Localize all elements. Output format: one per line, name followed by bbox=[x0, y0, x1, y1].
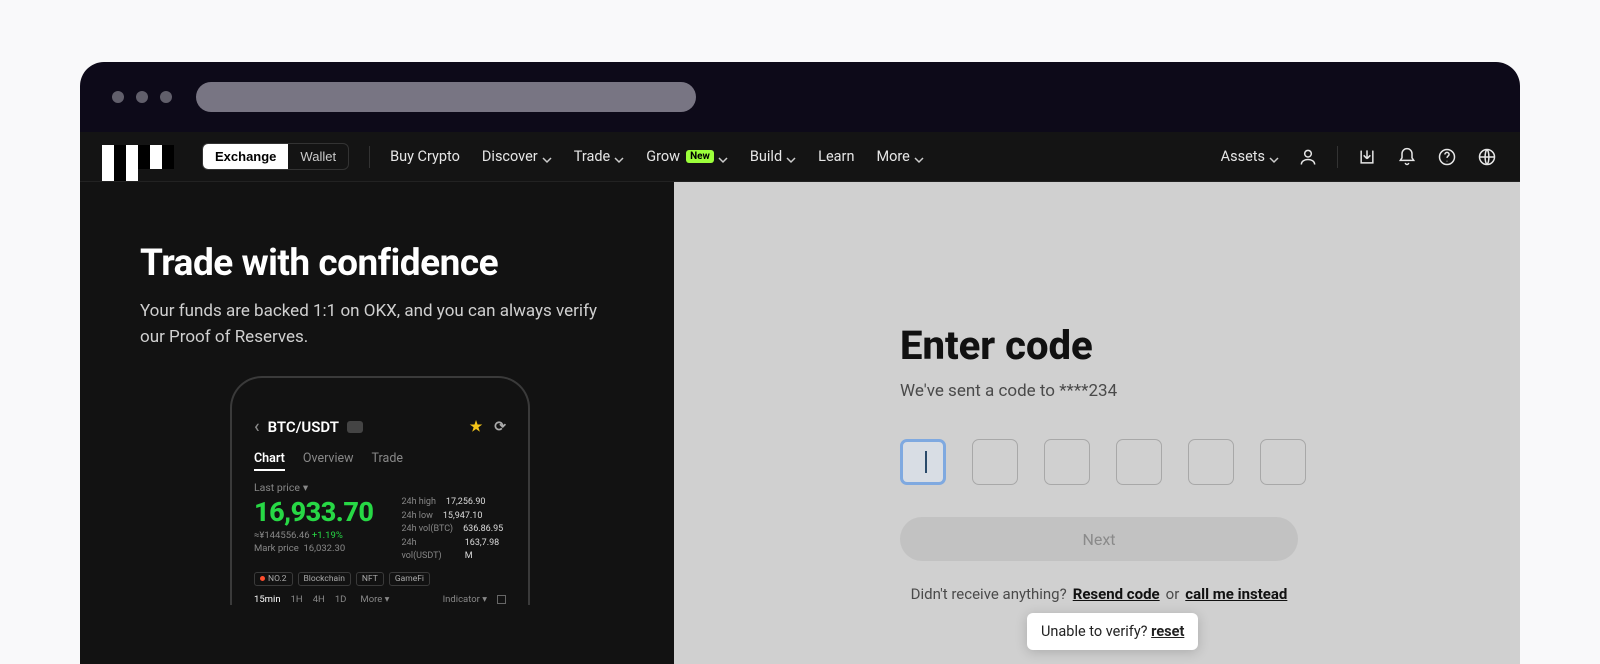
noreceive-text: Didn't receive anything? bbox=[911, 585, 1067, 603]
market-tags: NO.2 Blockchain NFT GameFi bbox=[254, 572, 506, 586]
chevron-down-icon bbox=[1269, 152, 1279, 162]
okx-logo[interactable] bbox=[102, 145, 182, 169]
hero-title: Trade with confidence bbox=[140, 242, 674, 285]
chevron-down-icon bbox=[718, 152, 728, 162]
otp-digit-2[interactable] bbox=[972, 439, 1018, 485]
mode-segmented-control: Exchange Wallet bbox=[202, 143, 349, 170]
help-icon[interactable] bbox=[1436, 146, 1458, 168]
nav-right: Assets bbox=[1221, 146, 1498, 168]
refresh-icon: ⟳ bbox=[494, 419, 506, 435]
right-pane: Enter code We've sent a code to ****234 … bbox=[674, 182, 1520, 664]
timeframe-more: More ▾ bbox=[360, 594, 389, 605]
nav-build-label: Build bbox=[750, 148, 782, 165]
nav-discover[interactable]: Discover bbox=[482, 148, 552, 165]
trading-pair: BTC/USDT bbox=[268, 418, 339, 436]
next-button[interactable]: Next bbox=[900, 517, 1298, 561]
nav-trade-label: Trade bbox=[574, 148, 611, 165]
hero-subtitle: Your funds are backed 1:1 on OKX, and yo… bbox=[140, 299, 600, 350]
nav-more-label: More bbox=[876, 148, 909, 165]
otp-digit-1[interactable] bbox=[900, 439, 946, 485]
reset-link[interactable]: reset bbox=[1151, 623, 1184, 640]
nav-assets-label: Assets bbox=[1221, 148, 1265, 165]
nav-divider bbox=[1337, 146, 1338, 168]
new-badge: New bbox=[686, 150, 714, 163]
last-price-value: 16,933.70 bbox=[254, 496, 373, 528]
price-subline: ≈¥144556.46 +1.19% bbox=[254, 530, 373, 541]
last-price-label: Last price ▾ bbox=[254, 481, 506, 494]
timeframe-row: 15min 1H 4H 1D More ▾ Indicator ▾ bbox=[254, 594, 506, 605]
or-text: or bbox=[1166, 585, 1180, 603]
nav-divider bbox=[369, 146, 370, 168]
chevron-down-icon bbox=[786, 152, 796, 162]
enter-code-title: Enter code bbox=[900, 322, 1520, 369]
close-window-button[interactable] bbox=[112, 91, 124, 103]
maximize-window-button[interactable] bbox=[160, 91, 172, 103]
unable-verify-text: Unable to verify? bbox=[1041, 623, 1148, 640]
nav-grow[interactable]: Grow New bbox=[646, 148, 728, 165]
price-stats: 24h high17,256.90 24h low15,947.10 24h v… bbox=[401, 496, 506, 564]
layout-icon bbox=[497, 595, 506, 604]
window-controls bbox=[112, 91, 172, 103]
call-me-link[interactable]: call me instead bbox=[1185, 585, 1287, 603]
nav-grow-label: Grow bbox=[646, 148, 680, 165]
nav-more[interactable]: More bbox=[876, 148, 923, 165]
timeframe-option: 15min bbox=[254, 594, 281, 605]
address-bar[interactable] bbox=[196, 82, 696, 112]
resend-help-row: Didn't receive anything? Resend code or … bbox=[900, 585, 1298, 603]
phone-tab-overview: Overview bbox=[303, 451, 354, 471]
otp-input-group bbox=[900, 439, 1520, 485]
browser-window: Exchange Wallet Buy Crypto Discover Trad… bbox=[80, 62, 1520, 664]
timeframe-option: 1H bbox=[291, 594, 303, 605]
nav-learn[interactable]: Learn bbox=[818, 148, 854, 165]
market-tag: Blockchain bbox=[298, 572, 351, 586]
otp-digit-4[interactable] bbox=[1116, 439, 1162, 485]
nav-build[interactable]: Build bbox=[750, 148, 796, 165]
top-navbar: Exchange Wallet Buy Crypto Discover Trad… bbox=[80, 132, 1520, 182]
chevron-down-icon bbox=[542, 152, 552, 162]
app-root: Exchange Wallet Buy Crypto Discover Trad… bbox=[80, 132, 1520, 664]
phone-header: ‹ BTC/USDT ★ ⟳ bbox=[254, 416, 506, 437]
market-tag: NO.2 bbox=[254, 572, 293, 586]
chevron-down-icon bbox=[614, 152, 624, 162]
chevron-down-icon bbox=[914, 152, 924, 162]
enter-code-subtitle: We've sent a code to ****234 bbox=[900, 381, 1520, 401]
language-icon[interactable] bbox=[1476, 146, 1498, 168]
nav-discover-label: Discover bbox=[482, 148, 538, 165]
mark-price: Mark price 16,032.30 bbox=[254, 543, 373, 554]
browser-chrome bbox=[80, 62, 1520, 132]
phone-mockup: ‹ BTC/USDT ★ ⟳ Chart Overview Trade bbox=[230, 376, 530, 605]
content: Trade with confidence Your funds are bac… bbox=[80, 182, 1520, 664]
market-tag: NFT bbox=[356, 572, 384, 586]
text-cursor bbox=[925, 451, 927, 473]
nav-links: Buy Crypto Discover Trade Grow New Build bbox=[390, 148, 924, 165]
download-icon[interactable] bbox=[1356, 146, 1378, 168]
profile-icon[interactable] bbox=[1297, 146, 1319, 168]
nav-assets[interactable]: Assets bbox=[1221, 148, 1279, 165]
otp-digit-6[interactable] bbox=[1260, 439, 1306, 485]
otp-digit-5[interactable] bbox=[1188, 439, 1234, 485]
notifications-icon[interactable] bbox=[1396, 146, 1418, 168]
nav-buy-crypto[interactable]: Buy Crypto bbox=[390, 148, 460, 165]
phone-tabs: Chart Overview Trade bbox=[254, 451, 506, 471]
exchange-tab[interactable]: Exchange bbox=[203, 144, 288, 169]
phone-tab-chart: Chart bbox=[254, 451, 285, 471]
otp-digit-3[interactable] bbox=[1044, 439, 1090, 485]
unable-verify-tooltip: Unable to verify? reset bbox=[1027, 613, 1198, 650]
resend-code-link[interactable]: Resend code bbox=[1073, 585, 1160, 603]
left-pane: Trade with confidence Your funds are bac… bbox=[80, 182, 674, 664]
wallet-tab[interactable]: Wallet bbox=[288, 144, 348, 169]
favorite-star-icon: ★ bbox=[470, 419, 483, 435]
market-tag: GameFi bbox=[389, 572, 430, 586]
timeframe-option: 4H bbox=[313, 594, 325, 605]
indicator-label: Indicator ▾ bbox=[443, 594, 487, 605]
minimize-window-button[interactable] bbox=[136, 91, 148, 103]
timeframe-option: 1D bbox=[335, 594, 347, 605]
phone-tab-trade: Trade bbox=[372, 451, 403, 471]
back-icon: ‹ bbox=[254, 416, 260, 437]
nav-trade[interactable]: Trade bbox=[574, 148, 625, 165]
dropdown-caret-icon: ▾ bbox=[303, 481, 308, 494]
swap-icon bbox=[347, 421, 363, 433]
